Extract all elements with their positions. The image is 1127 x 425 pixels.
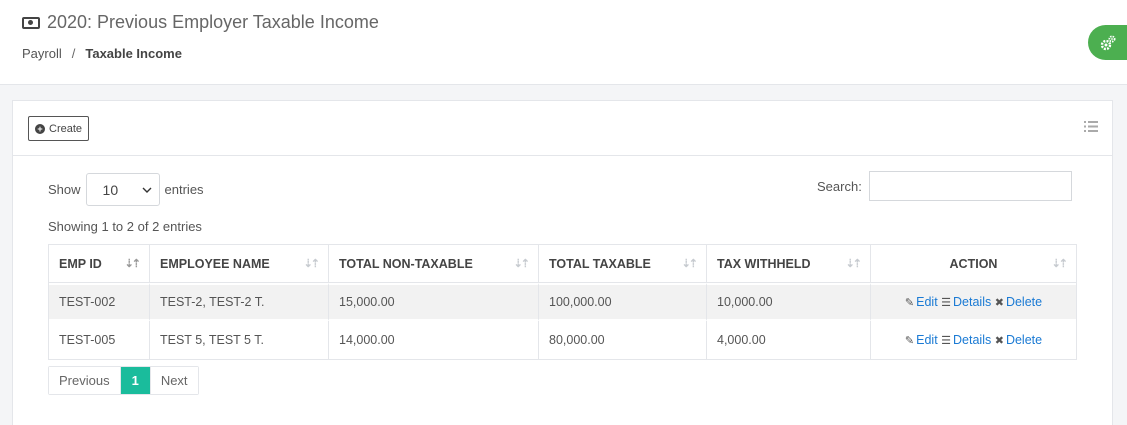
page-header: 2020: Previous Employer Taxable Income P…: [0, 0, 1127, 85]
cell-actions: ✎ Edit ☰ Details ✖ Delete: [871, 283, 1076, 321]
close-icon: ✖: [994, 335, 1004, 347]
sort-icon: ⇣⇡: [845, 258, 863, 270]
table-header-row: EMP ID ⇣⇡ EMPLOYEE NAME ⇣⇡ TOTAL NON-TAXAB…: [49, 245, 1076, 283]
breadcrumb-current: Taxable Income: [85, 46, 182, 61]
chevron-down-icon: [142, 187, 152, 193]
page-title: 2020: Previous Employer Taxable Income: [22, 12, 379, 33]
list-icon[interactable]: [1084, 121, 1098, 132]
previous-page-button[interactable]: Previous: [49, 367, 120, 394]
column-header-total-non-taxable[interactable]: TOTAL NON-TAXABLE ⇣⇡: [329, 245, 539, 283]
delete-link[interactable]: ✖ Delete: [995, 333, 1042, 347]
delete-link[interactable]: ✖ Delete: [995, 295, 1042, 309]
search-input[interactable]: [868, 171, 1072, 201]
edit-link[interactable]: ✎ Edit: [905, 295, 938, 309]
breadcrumb: Payroll / Taxable Income: [22, 46, 182, 61]
breadcrumb-payroll[interactable]: Payroll: [22, 46, 62, 61]
pagination: Previous 1 Next: [48, 366, 199, 395]
sort-icon: ⇣⇡: [1051, 258, 1069, 270]
money-bill-icon: [22, 16, 40, 29]
entries-per-page-select[interactable]: 10: [85, 173, 160, 206]
cell-total-taxable: 100,000.00: [539, 283, 707, 321]
cell-actions: ✎ Edit ☰ Details ✖ Delete: [871, 321, 1076, 359]
column-header-employee-name[interactable]: EMPLOYEE NAME ⇣⇡: [150, 245, 329, 283]
edit-icon: ✎: [904, 297, 915, 309]
details-link[interactable]: ☰ Details: [941, 295, 991, 309]
column-header-tax-withheld[interactable]: TAX WITHHELD ⇣⇡: [707, 245, 871, 283]
page-title-text: 2020: Previous Employer Taxable Income: [47, 12, 379, 32]
cell-total-taxable: 80,000.00: [539, 321, 707, 359]
settings-button[interactable]: [1088, 25, 1127, 60]
breadcrumb-separator: /: [71, 46, 76, 61]
cell-total-non-taxable: 14,000.00: [329, 321, 539, 359]
cell-employee-name: TEST 5, TEST 5 T.: [150, 321, 329, 359]
sort-icon: ⇣⇡: [681, 258, 699, 270]
sort-icon: ⇣⇡: [513, 258, 531, 270]
search-label: Search:: [817, 178, 862, 194]
list-icon: ☰: [941, 297, 952, 309]
page-1-button[interactable]: 1: [119, 367, 150, 394]
column-header-action[interactable]: ACTION ⇣⇡: [871, 245, 1076, 283]
edit-icon: ✎: [904, 335, 915, 347]
details-link[interactable]: ☰ Details: [941, 333, 991, 347]
plus-circle-icon: +: [35, 123, 45, 134]
table-row: TEST-002 TEST-2, TEST-2 T. 15,000.00 100…: [49, 283, 1076, 321]
cell-total-non-taxable: 15,000.00: [329, 283, 539, 321]
column-header-total-taxable[interactable]: TOTAL TAXABLE ⇣⇡: [539, 245, 707, 283]
create-button-label: Create: [49, 122, 83, 135]
taxable-income-card: + Create Show 10 entries Search: Showing…: [12, 100, 1113, 425]
length-control: Show 10 entries: [48, 173, 204, 206]
show-label: Show: [48, 182, 81, 197]
edit-link[interactable]: ✎ Edit: [905, 333, 938, 347]
entries-per-page-value: 10: [102, 181, 119, 198]
sort-asc-icon: ⇣⇡: [124, 258, 142, 270]
card-header: + Create: [13, 101, 1112, 156]
sort-icon: ⇣⇡: [303, 258, 321, 270]
list-icon: ☰: [941, 335, 952, 347]
cell-tax-withheld: 10,000.00: [707, 283, 871, 321]
gears-icon: [1100, 35, 1115, 50]
next-page-button[interactable]: Next: [149, 367, 198, 394]
cell-employee-name: TEST-2, TEST-2 T.: [150, 283, 329, 321]
close-icon: ✖: [994, 297, 1004, 309]
create-button[interactable]: + Create: [28, 116, 90, 141]
search-control: Search:: [817, 171, 1072, 201]
cell-tax-withheld: 4,000.00: [707, 321, 871, 359]
table-row: TEST-005 TEST 5, TEST 5 T. 14,000.00 80,…: [49, 321, 1076, 359]
column-header-emp-id[interactable]: EMP ID ⇣⇡: [49, 245, 150, 283]
cell-emp-id: TEST-005: [49, 321, 150, 359]
cell-emp-id: TEST-002: [49, 283, 150, 321]
table-info: Showing 1 to 2 of 2 entries: [48, 219, 202, 234]
entries-label: entries: [164, 182, 204, 197]
taxable-income-table: EMP ID ⇣⇡ EMPLOYEE NAME ⇣⇡ TOTAL NON-TAXAB…: [48, 244, 1077, 360]
